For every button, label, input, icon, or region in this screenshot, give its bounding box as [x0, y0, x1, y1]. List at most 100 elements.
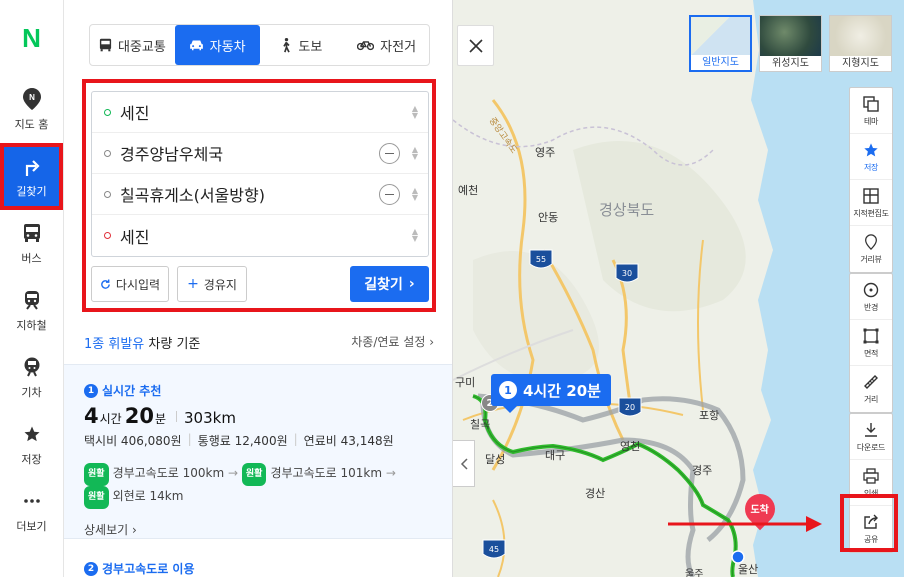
map-label-gyeongbuk: 경상북도 [599, 201, 654, 219]
vehicle-basis-row: 1종 휘발유 차량 기준 차종/연료 설정 › [84, 333, 434, 352]
stop-text: 경주양남우체국 [120, 145, 224, 164]
map-type-normal[interactable]: 일반지도 [689, 15, 752, 72]
route-detail-link[interactable]: 상세보기 › [84, 521, 433, 538]
map-type-terrain[interactable]: 지형지도 [829, 15, 892, 72]
map-label-yecheon: 예천 [458, 183, 478, 197]
map-label-yeongcheon: 영천 [620, 439, 640, 453]
svg-text:45: 45 [489, 545, 499, 554]
pin-outline-icon [862, 233, 880, 251]
search-route-button[interactable]: 길찾기 › [350, 266, 429, 302]
rail-item-saved[interactable]: 저장 [0, 411, 63, 478]
route-title: 실시간 추천 [102, 384, 162, 398]
map-tools-group-1: 테마 저장 지적편집도 거리뷰 [849, 87, 893, 273]
svg-text:55: 55 [536, 255, 546, 264]
grid-icon [862, 187, 880, 205]
close-panel-button[interactable] [457, 25, 494, 66]
print-button[interactable]: 인쇄 [850, 460, 892, 506]
map-label-gyeongsan: 경산 [585, 487, 605, 500]
map-label-ulju: 울주 [685, 568, 703, 577]
stop-text: 세진 [120, 104, 150, 123]
distance-button[interactable]: 거리 [850, 366, 892, 412]
tab-car[interactable]: 자동차 [174, 25, 260, 65]
save-button[interactable]: 저장 [850, 134, 892, 180]
map-type-satellite[interactable]: 위성지도 [759, 15, 822, 72]
rail-item-more[interactable]: 더보기 [0, 478, 63, 545]
car-icon [189, 40, 203, 51]
tab-bicycle[interactable]: 자전거 [344, 25, 429, 65]
drag-handle-icon[interactable]: ▲ ▼ [412, 146, 418, 161]
map-label-daegu: 대구 [545, 449, 565, 462]
rail-label: 길찾기 [16, 184, 47, 198]
end-dot-icon [104, 232, 111, 239]
traffic-badge: 원활 [84, 486, 109, 509]
drag-handle-icon[interactable]: ▲ ▼ [412, 105, 418, 120]
map-label-andong: 안동 [538, 211, 558, 224]
layers-icon [862, 95, 880, 113]
map-label-gyeongju: 경주 [692, 464, 712, 477]
train-icon [21, 356, 43, 378]
map-type-switcher: 일반지도 위성지도 지형지도 [689, 15, 892, 72]
collapse-panel-button[interactable] [453, 440, 475, 487]
drag-handle-icon[interactable]: ▲ ▼ [412, 228, 418, 243]
waypoint-input-1[interactable]: 경주양남우체국 ▲ ▼ [92, 133, 428, 174]
highway-30-shield-icon: 30 [615, 263, 639, 283]
plus-icon: + [187, 276, 199, 292]
transport-mode-tabs: 대중교통 자동차 도보 자전거 [89, 24, 430, 66]
bus-icon [21, 222, 43, 244]
route-card-2[interactable]: 2 경부고속도로 이용 [84, 560, 195, 577]
map-label-chilgok: 칠곡 [470, 418, 490, 431]
route-number-badge: 2 [84, 561, 98, 576]
map-label-dalseong: 달성 [485, 453, 505, 466]
map-label-gumi: 구미 [455, 376, 475, 389]
route-number-badge: 1 [499, 381, 517, 399]
radius-button[interactable]: 반경 [850, 274, 892, 320]
map-canvas[interactable]: 55 30 20 45 영주 예천 안동 경상북도 구미 칠곡 달성 대구 영천… [453, 0, 904, 577]
highway-45-shield-icon: 45 [482, 539, 506, 559]
route-time-bubble[interactable]: 1 4시간 20분 [491, 374, 611, 413]
area-icon [862, 327, 880, 345]
waypoint-dot-icon [104, 190, 111, 198]
tab-walk[interactable]: 도보 [260, 25, 345, 65]
highway-55-shield-icon: 55 [529, 249, 553, 269]
destination-input[interactable]: 세진 ▲ ▼ [92, 215, 428, 256]
area-button[interactable]: 면적 [850, 320, 892, 366]
waypoint-input-2[interactable]: 칠곡휴게소(서울방향) ▲ ▼ [92, 174, 428, 215]
chevron-right-icon: › [408, 276, 415, 292]
chevron-left-icon [460, 457, 468, 470]
map-tools-group-2: 반경 면적 거리 [849, 273, 893, 413]
rail-item-map-home[interactable]: N 지도 홈 [0, 76, 63, 143]
rail-item-directions[interactable]: 길찾기 [0, 143, 63, 210]
drag-handle-icon[interactable]: ▲ ▼ [412, 187, 418, 202]
tab-transit[interactable]: 대중교통 [90, 25, 175, 65]
route-actions: 다시입력 + 경유지 길찾기 › [91, 266, 429, 302]
bicycle-icon [357, 41, 375, 51]
vehicle-type: 1종 휘발유 [84, 337, 145, 352]
download-button[interactable]: 다운로드 [850, 414, 892, 460]
reset-button[interactable]: 다시입력 [91, 266, 169, 302]
red-arrow-icon [668, 516, 822, 532]
street-view-button[interactable]: 거리뷰 [850, 226, 892, 272]
add-waypoint-button[interactable]: + 경유지 [177, 266, 247, 302]
map-label-pohang: 포항 [699, 409, 719, 422]
share-button[interactable]: 공유 [850, 506, 892, 552]
remove-waypoint-button[interactable] [379, 143, 400, 164]
start-input[interactable]: 세진 ▲ ▼ [92, 92, 428, 133]
route-card-1[interactable]: 1 실시간 추천 4 시간 20 분 303km 택시비 406,080원 | 통… [64, 364, 452, 539]
tab-label: 자동차 [209, 39, 246, 55]
rail-item-bus[interactable]: 버스 [0, 210, 63, 277]
rail-item-train[interactable]: 기차 [0, 344, 63, 411]
svg-text:N: N [29, 93, 35, 102]
remove-waypoint-button[interactable] [379, 184, 400, 205]
subway-icon [21, 289, 43, 311]
map-label-yeongju: 영주 [535, 146, 555, 159]
rail-item-subway[interactable]: 지하철 [0, 277, 63, 344]
left-rail: N N 지도 홈 길찾기 버스 지하철 기차 저장 더보기 [0, 0, 64, 577]
refresh-icon [101, 278, 110, 289]
map-graphics: 55 30 20 45 영주 예천 안동 경상북도 구미 칠곡 달성 대구 영천… [453, 0, 904, 577]
cadastral-button[interactable]: 지적편집도 [850, 180, 892, 226]
vehicle-settings-link[interactable]: 차종/연료 설정 › [351, 333, 434, 352]
bus-icon [99, 38, 112, 52]
theme-button[interactable]: 테마 [850, 88, 892, 134]
map-label-ulsan: 울산 [738, 563, 758, 576]
naver-logo[interactable]: N [0, 0, 63, 76]
